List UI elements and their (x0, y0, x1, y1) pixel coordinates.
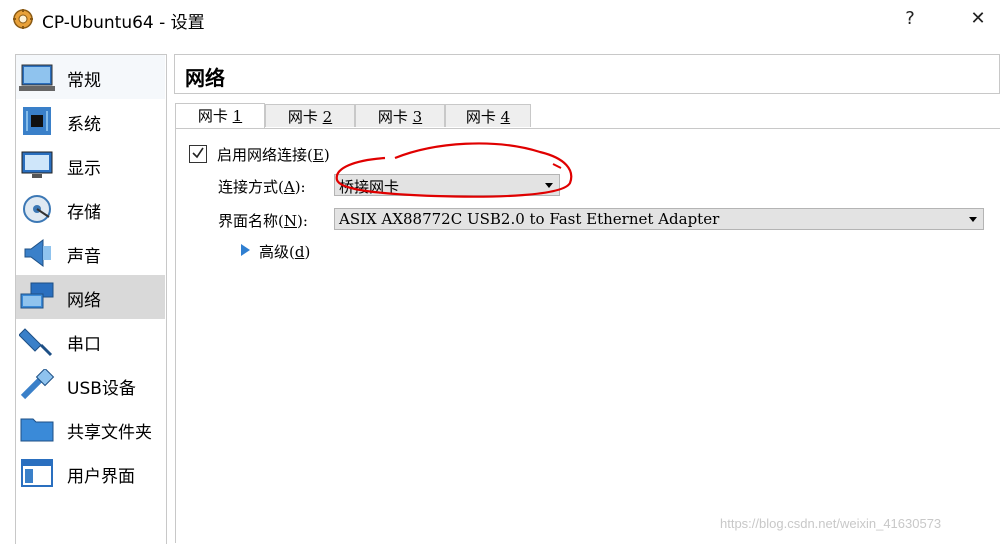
audio-icon (24, 239, 51, 267)
network-icon (20, 282, 54, 309)
title-bar: CP-Ubuntu64 - 设置 ? ✕ (0, 0, 1000, 40)
expand-arrow-icon[interactable] (241, 244, 250, 256)
settings-sidebar: 常规 系统 显示 存储 声音 网络 串口 USB设备 共享文件夹 用户界面 (15, 54, 167, 544)
sidebar-item-label: 常规 (67, 71, 101, 91)
sidebar-item-label: 共享文件夹 (67, 423, 152, 443)
tab-mnemonic: 1 (232, 107, 243, 125)
sidebar-item-label: 用户界面 (67, 467, 135, 487)
page-header: 网络 (174, 54, 1000, 94)
label-suffix: ): (296, 212, 308, 230)
label-text: 启用网络连接( (217, 146, 313, 164)
dropdown-arrow-icon (969, 217, 977, 222)
tab-label: 网卡 (197, 107, 233, 125)
tab-mnemonic: 4 (500, 108, 511, 126)
page-title: 网络 (185, 66, 225, 90)
sidebar-item-label: USB设备 (67, 379, 136, 399)
sidebar-item-shared-folders[interactable]: 共享文件夹 (16, 407, 165, 451)
label-text: 高级( (259, 243, 295, 261)
advanced-toggle[interactable]: 高级(d) (259, 241, 310, 262)
virtualbox-settings-icon (13, 9, 33, 29)
window-title: CP-Ubuntu64 - 设置 (42, 13, 205, 33)
sidebar-item-label: 声音 (67, 247, 101, 267)
label-text: 界面名称( (218, 212, 284, 230)
checkmark-icon (192, 147, 204, 159)
tab-adapter-4[interactable]: 网卡 4 (445, 104, 531, 127)
sidebar-item-label: 串口 (67, 335, 101, 355)
help-button[interactable]: ? (890, 6, 930, 32)
tab-label: 网卡 (377, 108, 413, 126)
shared-folder-icon (20, 418, 54, 442)
general-icon (19, 64, 55, 91)
sidebar-item-user-interface[interactable]: 用户界面 (16, 451, 165, 495)
user-interface-icon (21, 459, 53, 487)
sidebar-item-label: 系统 (67, 115, 101, 135)
interface-name-value: ASIX AX88772C USB2.0 to Fast Ethernet Ad… (339, 210, 720, 228)
sidebar-item-network[interactable]: 网络 (16, 275, 165, 319)
sidebar-item-label: 存储 (67, 203, 101, 223)
label-text: 连接方式( (218, 178, 284, 196)
display-icon (21, 151, 53, 178)
storage-icon (23, 195, 51, 223)
interface-name-label: 界面名称(N): (218, 210, 308, 231)
enable-adapter-checkbox[interactable] (189, 145, 207, 163)
mnemonic: A (283, 178, 295, 196)
mnemonic: E (312, 146, 324, 164)
label-suffix: ): (294, 178, 306, 196)
sidebar-item-label: 显示 (67, 159, 101, 179)
label-suffix: ) (304, 243, 311, 261)
usb-icon (20, 369, 55, 400)
sidebar-item-serial-port[interactable]: 串口 (16, 319, 165, 363)
watermark-text: https://blog.csdn.net/weixin_41630573 (720, 516, 942, 531)
red-annotation-circle (335, 142, 573, 198)
tab-adapter-2[interactable]: 网卡 2 (265, 104, 355, 127)
sidebar-item-display[interactable]: 显示 (16, 143, 165, 187)
enable-adapter-label: 启用网络连接(E) (217, 144, 330, 165)
sidebar-item-general[interactable]: 常规 (16, 55, 165, 99)
sidebar-item-audio[interactable]: 声音 (16, 231, 165, 275)
serial-port-icon (19, 328, 53, 357)
tab-label: 网卡 (287, 108, 323, 126)
tab-mnemonic: 3 (412, 108, 423, 126)
sidebar-item-label: 网络 (67, 291, 101, 311)
tab-mnemonic: 2 (322, 108, 333, 126)
attached-to-label: 连接方式(A): (218, 176, 306, 197)
tab-adapter-3[interactable]: 网卡 3 (355, 104, 445, 127)
sidebar-item-system[interactable]: 系统 (16, 99, 165, 143)
tab-label: 网卡 (465, 108, 501, 126)
sidebar-item-storage[interactable]: 存储 (16, 187, 165, 231)
mnemonic: N (283, 212, 297, 230)
interface-name-select[interactable]: ASIX AX88772C USB2.0 to Fast Ethernet Ad… (334, 208, 984, 230)
tab-adapter-1[interactable]: 网卡 1 (175, 103, 265, 128)
system-icon (23, 107, 51, 135)
close-button[interactable]: ✕ (958, 6, 998, 32)
sidebar-item-usb[interactable]: USB设备 (16, 363, 165, 407)
